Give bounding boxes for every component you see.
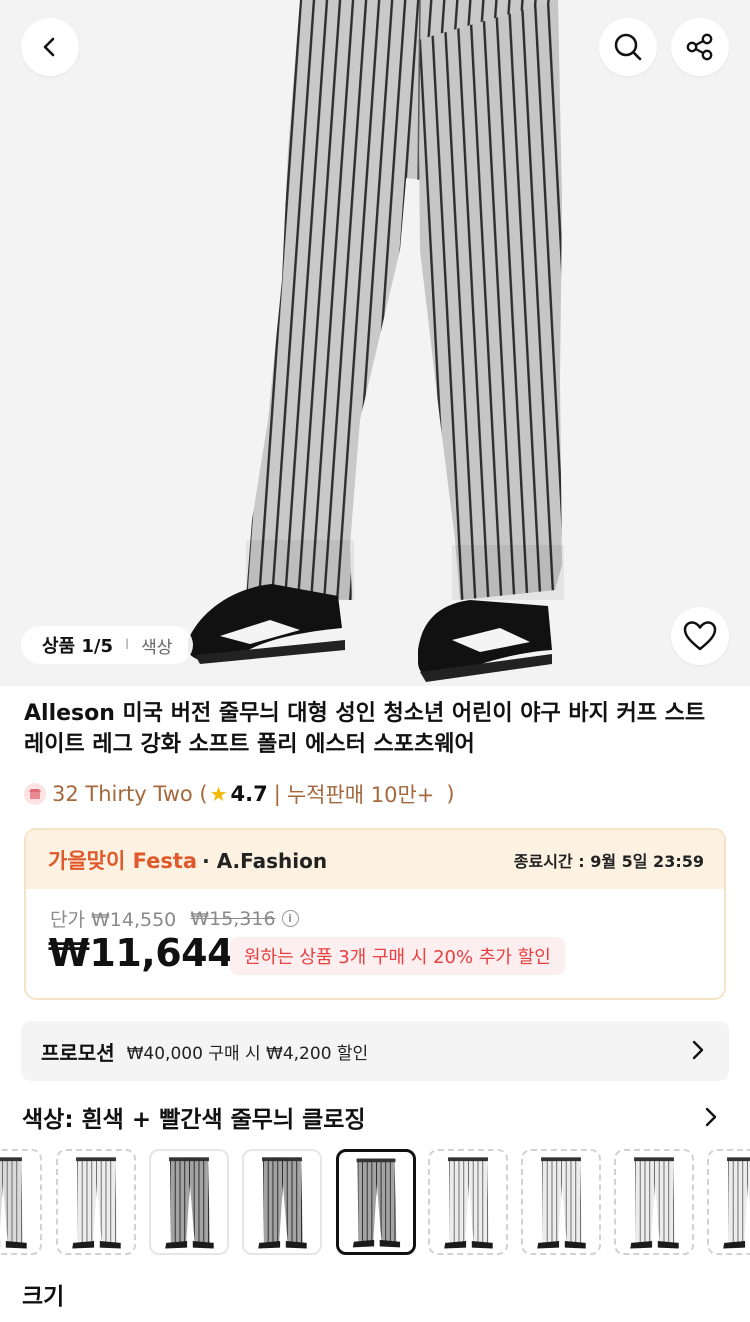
festa-deal-box: 가을맞이 Festa · A.Fashion 종료시간 : 9월 5일 23:5… xyxy=(24,828,726,1000)
store-logo xyxy=(24,783,46,805)
star-icon: ★ xyxy=(209,782,228,806)
pants-thumbnail xyxy=(258,1157,307,1249)
unit-price: 단가 ₩14,550 xyxy=(50,909,177,931)
color-swatch[interactable] xyxy=(614,1149,694,1255)
chevron-right-icon[interactable] xyxy=(704,1106,718,1128)
share-icon xyxy=(686,33,713,61)
color-swatch[interactable] xyxy=(521,1149,601,1255)
pants-thumbnail xyxy=(165,1157,214,1249)
promotion-text: ₩40,000 구매 시 ₩4,200 할인 xyxy=(126,1043,369,1064)
wishlist-button[interactable] xyxy=(671,607,729,665)
promotion-label: 프로모션 xyxy=(41,1040,115,1065)
info-icon[interactable]: i xyxy=(281,910,299,927)
search-button[interactable] xyxy=(599,18,657,76)
counter-separator: I xyxy=(125,637,130,653)
store-rating: 4.7 xyxy=(230,782,268,806)
chevron-left-icon xyxy=(43,37,55,57)
original-price: ₩15,316 xyxy=(190,907,276,930)
pants-thumbnail xyxy=(0,1157,27,1249)
pants-thumbnail xyxy=(723,1157,750,1249)
color-swatch[interactable] xyxy=(56,1149,136,1255)
search-icon xyxy=(614,33,642,61)
size-section-title: 크기 xyxy=(22,1284,65,1310)
store-sales: 누적판매 10만+ xyxy=(286,783,435,807)
promotion-banner[interactable]: 프로모션 ₩40,000 구매 시 ₩4,200 할인 xyxy=(21,1021,729,1081)
product-page: 상품 1/5 I 색상 Alleson 미국 버전 줄무늬 대형 성인 청소년 … xyxy=(0,0,750,1322)
festa-header: 가을맞이 Festa · A.Fashion 종료시간 : 9월 5일 23:5… xyxy=(26,830,724,889)
festa-end-time: 종료시간 : 9월 5일 23:59 xyxy=(513,851,704,871)
pants-thumbnail xyxy=(537,1157,586,1249)
image-counter: 상품 1/5 I 색상 xyxy=(21,626,194,664)
pants-thumbnail xyxy=(352,1158,401,1248)
color-swatch[interactable] xyxy=(149,1149,229,1255)
color-swatch[interactable] xyxy=(0,1149,42,1255)
store-icon xyxy=(29,789,41,799)
image-index: 상품 1/5 xyxy=(42,636,114,657)
color-swatch[interactable] xyxy=(428,1149,508,1255)
pants-thumbnail xyxy=(630,1157,679,1249)
chevron-right-icon xyxy=(692,1040,704,1060)
color-swatch[interactable] xyxy=(707,1149,750,1255)
pinstripe-pants-image xyxy=(188,0,564,682)
pants-thumbnail xyxy=(72,1157,121,1249)
store-row[interactable]: 32 Thirty Two ( ★ 4.7 | 누적판매 10만+ ) xyxy=(24,779,455,809)
heart-icon xyxy=(683,621,717,651)
color-selection-title: 색상: 흰색 + 빨간색 줄무늬 클로징 xyxy=(22,1107,366,1133)
pants-thumbnail xyxy=(444,1157,493,1249)
color-swatch[interactable] xyxy=(336,1149,416,1255)
store-name[interactable]: 32 Thirty Two ( xyxy=(52,782,208,806)
store-separator: | xyxy=(273,782,281,806)
festa-brand: · A.Fashion xyxy=(202,848,328,873)
festa-name: 가을맞이 Festa xyxy=(48,848,198,873)
store-close-paren: ) xyxy=(446,782,455,806)
sale-price: ₩11,644 xyxy=(48,931,234,975)
bundle-deal-badge[interactable]: 원하는 상품 3개 구매 시 20% 추가 할인 xyxy=(230,937,565,975)
product-title: Alleson 미국 버전 줄무늬 대형 성인 청소년 어린이 야구 바지 커프… xyxy=(24,701,706,757)
color-swatch[interactable] xyxy=(242,1149,322,1255)
product-image[interactable]: 상품 1/5 I 색상 xyxy=(0,0,750,686)
share-button[interactable] xyxy=(671,18,729,76)
back-button[interactable] xyxy=(21,18,79,76)
unit-price-row: 단가 ₩14,550 ₩15,316 i xyxy=(50,905,299,932)
color-image-tab[interactable]: 색상 xyxy=(141,633,172,658)
